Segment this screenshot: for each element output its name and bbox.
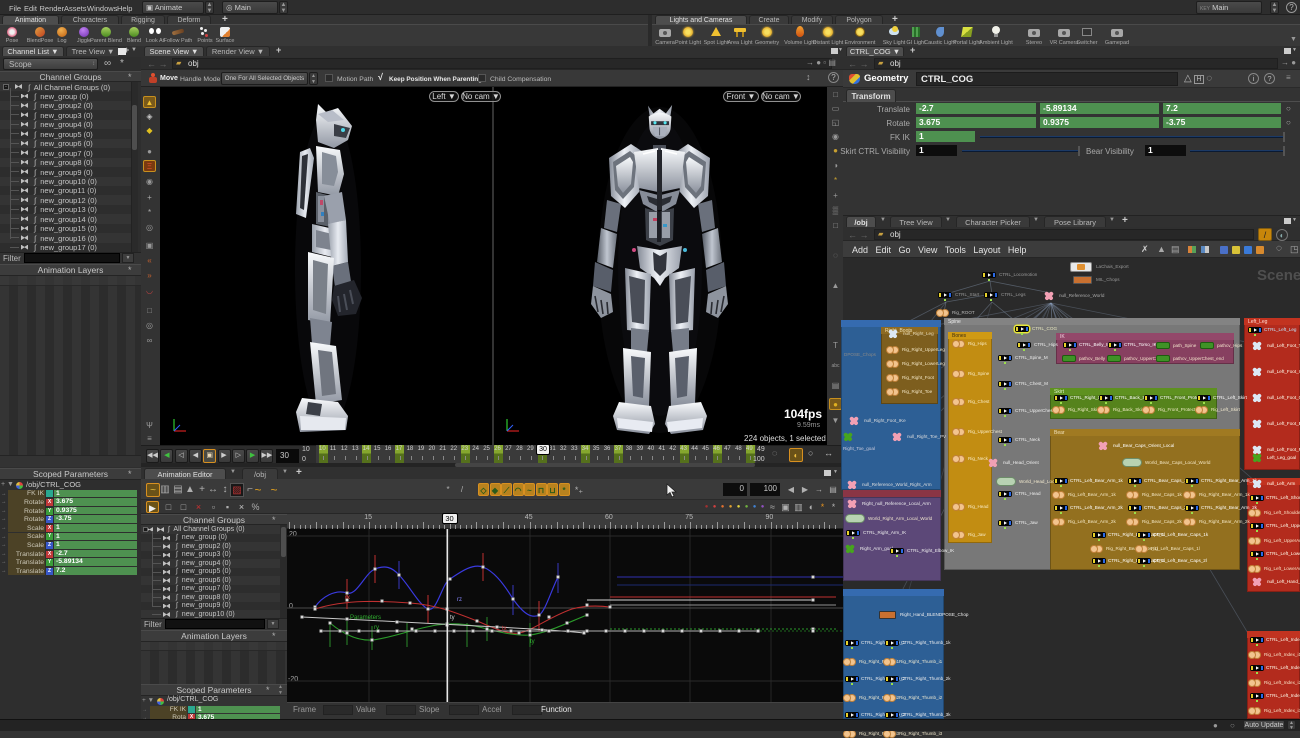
svg-text:rx: rx [345,595,350,601]
svg-text:ry: ry [374,625,379,631]
svg-text:tx: tx [502,626,507,632]
svg-text:rz: rz [457,597,462,603]
svg-text:Parameters: Parameters [350,615,381,621]
svg-text:ty: ty [450,615,455,621]
svg-text:ty: ty [530,639,535,645]
